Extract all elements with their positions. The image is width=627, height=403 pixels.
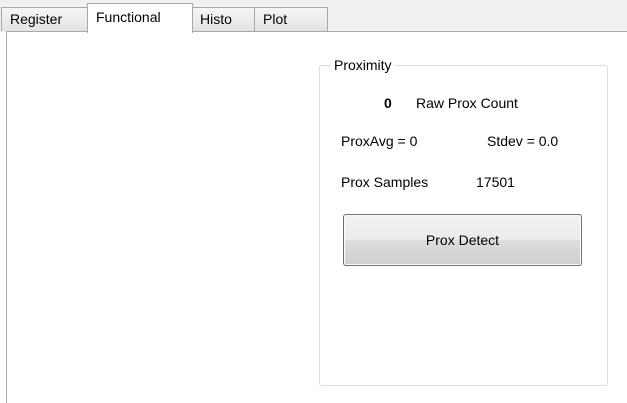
tab-histo[interactable]: Histo: [191, 7, 255, 31]
prox-detect-button[interactable]: Prox Detect: [343, 214, 582, 266]
tab-strip: Register Functional Histo Plot: [0, 0, 627, 33]
tab-functional[interactable]: Functional: [87, 3, 193, 33]
prox-samples-label: Prox Samples: [341, 174, 429, 190]
prox-samples-value: 17501: [476, 174, 515, 190]
tab-plot[interactable]: Plot: [254, 7, 328, 31]
proximity-group-title: Proximity: [330, 56, 395, 74]
tab-register[interactable]: Register: [1, 7, 89, 31]
app-window: Register Functional Histo Plot Proximity…: [0, 0, 627, 403]
proximity-groupbox: Proximity 0 Raw Prox Count ProxAvg = 0 S…: [319, 56, 608, 386]
stdev-readout: Stdev = 0.0: [487, 133, 559, 149]
raw-prox-count-label: Raw Prox Count: [416, 95, 518, 111]
raw-prox-count-value: 0: [384, 95, 392, 111]
functional-tab-panel: Proximity 0 Raw Prox Count ProxAvg = 0 S…: [6, 31, 627, 403]
prox-avg-readout: ProxAvg = 0: [341, 133, 418, 149]
